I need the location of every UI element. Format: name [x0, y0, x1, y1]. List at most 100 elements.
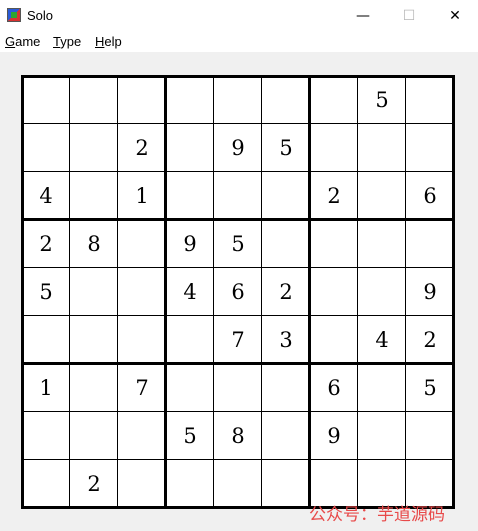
sudoku-cell-r8c1[interactable]	[22, 412, 70, 460]
grid-line-vertical	[405, 75, 406, 509]
box-divider-horizontal	[21, 218, 455, 221]
sudoku-cell-r9c4[interactable]	[166, 460, 214, 508]
sudoku-cell-r5c3[interactable]	[118, 268, 166, 316]
sudoku-cell-r7c1[interactable]: 1	[22, 364, 70, 412]
sudoku-cell-r8c2[interactable]	[70, 412, 118, 460]
box-divider-vertical	[21, 75, 24, 509]
sudoku-cell-r7c9[interactable]: 5	[406, 364, 454, 412]
sudoku-cell-r5c5[interactable]: 6	[214, 268, 262, 316]
sudoku-cell-r4c7[interactable]	[310, 220, 358, 268]
sudoku-cell-r8c9[interactable]	[406, 412, 454, 460]
sudoku-cell-r5c8[interactable]	[358, 268, 406, 316]
grid-line-horizontal	[21, 123, 455, 124]
watermark-text: 公众号：芋道源码	[309, 505, 445, 525]
sudoku-cell-r2c6[interactable]: 5	[262, 124, 310, 172]
sudoku-cell-r5c1[interactable]: 5	[22, 268, 70, 316]
sudoku-cell-r2c9[interactable]	[406, 124, 454, 172]
grid-line-vertical	[213, 75, 214, 509]
sudoku-cell-r6c5[interactable]: 7	[214, 316, 262, 364]
grid-line-horizontal	[21, 315, 455, 316]
sudoku-cell-r1c9[interactable]	[406, 76, 454, 124]
menu-help[interactable]: Help	[95, 34, 122, 49]
box-divider-vertical	[308, 75, 311, 509]
sudoku-cell-r3c7[interactable]: 2	[310, 172, 358, 220]
sudoku-cell-r6c8[interactable]: 4	[358, 316, 406, 364]
sudoku-cell-r2c4[interactable]	[166, 124, 214, 172]
sudoku-cell-r4c6[interactable]	[262, 220, 310, 268]
sudoku-cell-r2c8[interactable]	[358, 124, 406, 172]
sudoku-cell-r4c9[interactable]	[406, 220, 454, 268]
sudoku-cell-r6c6[interactable]: 3	[262, 316, 310, 364]
sudoku-cell-r5c4[interactable]: 4	[166, 268, 214, 316]
sudoku-cell-r5c9[interactable]: 9	[406, 268, 454, 316]
sudoku-cell-r3c6[interactable]	[262, 172, 310, 220]
sudoku-cell-r8c7[interactable]: 9	[310, 412, 358, 460]
sudoku-cell-r1c8[interactable]: 5	[358, 76, 406, 124]
menu-type[interactable]: Type	[53, 34, 81, 49]
sudoku-cell-r1c3[interactable]	[118, 76, 166, 124]
sudoku-cell-r2c1[interactable]	[22, 124, 70, 172]
sudoku-cell-r7c4[interactable]	[166, 364, 214, 412]
sudoku-cell-r5c2[interactable]	[70, 268, 118, 316]
sudoku-cell-r6c3[interactable]	[118, 316, 166, 364]
grid-line-vertical	[261, 75, 262, 509]
sudoku-cell-r6c9[interactable]: 2	[406, 316, 454, 364]
sudoku-cell-r2c3[interactable]: 2	[118, 124, 166, 172]
sudoku-cell-r3c9[interactable]: 6	[406, 172, 454, 220]
sudoku-cell-r4c2[interactable]: 8	[70, 220, 118, 268]
sudoku-cell-r6c2[interactable]	[70, 316, 118, 364]
sudoku-cell-r3c8[interactable]	[358, 172, 406, 220]
sudoku-cell-r2c7[interactable]	[310, 124, 358, 172]
sudoku-cell-r9c2[interactable]: 2	[70, 460, 118, 508]
maximize-button[interactable]: ☐	[386, 0, 432, 31]
sudoku-cell-r9c6[interactable]	[262, 460, 310, 508]
menu-game-mnemonic: G	[5, 34, 16, 49]
sudoku-cell-r8c8[interactable]	[358, 412, 406, 460]
sudoku-cell-r4c5[interactable]: 5	[214, 220, 262, 268]
sudoku-cell-r2c2[interactable]	[70, 124, 118, 172]
sudoku-cell-r7c7[interactable]: 6	[310, 364, 358, 412]
sudoku-cell-r8c6[interactable]	[262, 412, 310, 460]
sudoku-cell-r6c4[interactable]	[166, 316, 214, 364]
sudoku-cell-r5c7[interactable]	[310, 268, 358, 316]
sudoku-cell-r4c3[interactable]	[118, 220, 166, 268]
sudoku-cell-r7c5[interactable]	[214, 364, 262, 412]
sudoku-cell-r9c3[interactable]	[118, 460, 166, 508]
grid-line-vertical	[357, 75, 358, 509]
sudoku-cell-r3c5[interactable]	[214, 172, 262, 220]
sudoku-cell-r1c1[interactable]	[22, 76, 70, 124]
menu-help-label: elp	[104, 34, 122, 49]
sudoku-cell-r4c8[interactable]	[358, 220, 406, 268]
menu-game[interactable]: Game	[5, 34, 40, 49]
sudoku-cell-r1c5[interactable]	[214, 76, 262, 124]
menu-help-mnemonic: H	[95, 34, 105, 49]
box-divider-vertical	[452, 75, 455, 509]
grid-line-vertical	[117, 75, 118, 509]
grid-line-vertical	[69, 75, 70, 509]
sudoku-cell-r7c8[interactable]	[358, 364, 406, 412]
sudoku-cell-r3c3[interactable]: 1	[118, 172, 166, 220]
sudoku-cell-r1c6[interactable]	[262, 76, 310, 124]
sudoku-cell-r6c1[interactable]	[22, 316, 70, 364]
sudoku-cell-r2c5[interactable]: 9	[214, 124, 262, 172]
sudoku-cell-r3c1[interactable]: 4	[22, 172, 70, 220]
sudoku-cell-r4c4[interactable]: 9	[166, 220, 214, 268]
sudoku-cell-r9c5[interactable]	[214, 460, 262, 508]
sudoku-cell-r8c4[interactable]: 5	[166, 412, 214, 460]
sudoku-cell-r7c6[interactable]	[262, 364, 310, 412]
sudoku-cell-r7c3[interactable]: 7	[118, 364, 166, 412]
sudoku-cell-r1c2[interactable]	[70, 76, 118, 124]
sudoku-cell-r6c7[interactable]	[310, 316, 358, 364]
sudoku-cell-r8c5[interactable]: 8	[214, 412, 262, 460]
sudoku-cell-r3c4[interactable]	[166, 172, 214, 220]
sudoku-cell-r9c1[interactable]	[22, 460, 70, 508]
sudoku-cell-r1c4[interactable]	[166, 76, 214, 124]
sudoku-cell-r1c7[interactable]	[310, 76, 358, 124]
sudoku-cell-r3c2[interactable]	[70, 172, 118, 220]
sudoku-cell-r5c6[interactable]: 2	[262, 268, 310, 316]
minimize-button[interactable]: —	[340, 0, 386, 31]
sudoku-cell-r4c1[interactable]: 2	[22, 220, 70, 268]
sudoku-cell-r7c2[interactable]	[70, 364, 118, 412]
close-button[interactable]: ✕	[432, 0, 478, 31]
sudoku-cell-r8c3[interactable]	[118, 412, 166, 460]
